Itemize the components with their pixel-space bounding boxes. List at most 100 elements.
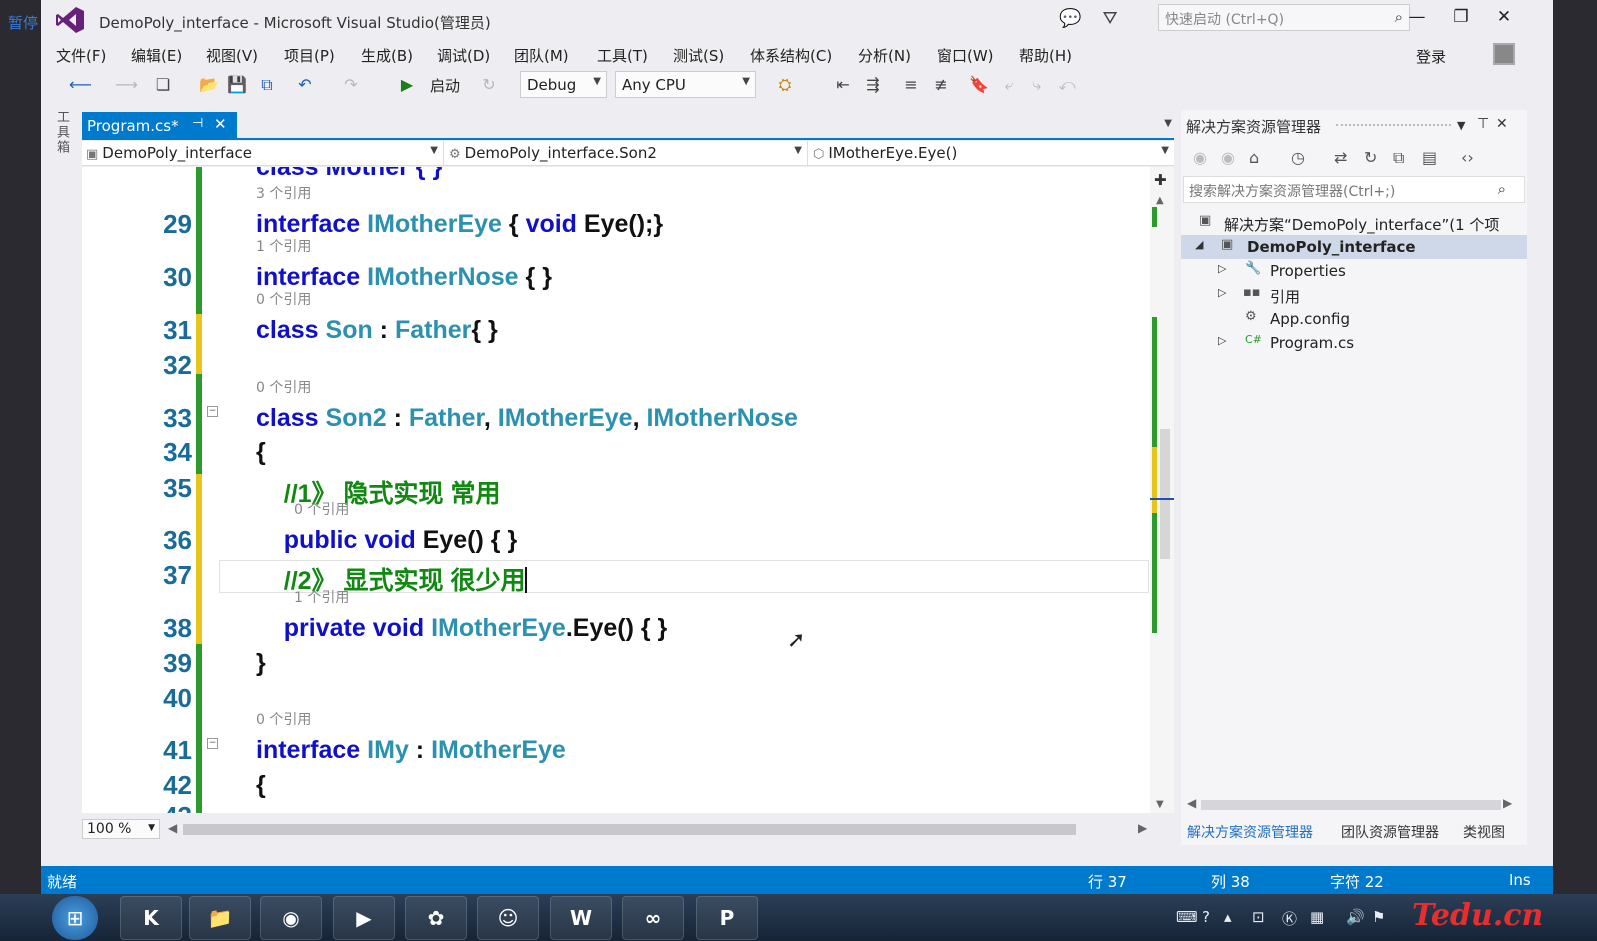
refresh-icon[interactable]: ↻: [1364, 148, 1377, 167]
volume-icon[interactable]: 🔊: [1346, 908, 1365, 926]
tray-app-icon[interactable]: ▦: [1310, 908, 1324, 926]
tray-expand-icon[interactable]: ▴: [1224, 908, 1232, 926]
windows-start-icon[interactable]: ⊞: [52, 896, 98, 940]
tab-class-view[interactable]: 类视图: [1463, 822, 1505, 842]
codelens-references[interactable]: 0 个引用: [256, 709, 311, 729]
forward-icon[interactable]: ◉: [1221, 148, 1235, 167]
menu-tools[interactable]: 工具(T): [597, 45, 648, 66]
codelens-references[interactable]: 1 个引用: [256, 236, 311, 256]
sync-icon[interactable]: ⇄: [1334, 148, 1347, 167]
file-explorer-icon[interactable]: 📁: [189, 896, 251, 940]
k-app-icon[interactable]: K: [120, 896, 182, 940]
tab-solution-explorer[interactable]: 解决方案资源管理器: [1187, 822, 1313, 842]
home-icon[interactable]: ⌂: [1249, 148, 1259, 167]
step-into-icon[interactable]: ⇤: [833, 75, 853, 95]
redo-icon[interactable]: ↷: [341, 75, 361, 95]
expand-arrow-icon[interactable]: ▷: [1218, 286, 1226, 299]
outline-collapse-toggle[interactable]: −: [207, 738, 218, 749]
solution-horizontal-scroll-thumb[interactable]: [1201, 800, 1501, 810]
tab-overflow-icon[interactable]: ▼: [1164, 118, 1172, 129]
chrome-icon[interactable]: ◉: [260, 896, 322, 940]
scroll-down-icon[interactable]: ▼: [1156, 799, 1164, 810]
network-icon[interactable]: ⊡: [1252, 908, 1265, 926]
visual-studio-task-icon[interactable]: ∞: [622, 896, 684, 940]
menu-analyze[interactable]: 分析(N): [858, 45, 911, 66]
outline-collapse-toggle[interactable]: −: [207, 406, 218, 417]
tab-program-cs[interactable]: Program.cs* ⊣ ✕: [82, 112, 237, 138]
uncomment-icon[interactable]: ≢: [931, 75, 951, 95]
menu-view[interactable]: 视图(V): [206, 45, 258, 66]
navigate-back-icon[interactable]: ⟵: [69, 75, 92, 95]
tab-team-explorer[interactable]: 团队资源管理器: [1341, 822, 1439, 842]
pin-icon[interactable]: ⊣: [192, 116, 203, 131]
new-project-icon[interactable]: ❏: [153, 75, 173, 95]
close-panel-icon[interactable]: ✕: [1496, 116, 1508, 132]
action-center-icon[interactable]: ⚑: [1372, 908, 1385, 926]
keyboard-icon[interactable]: ⌨: [1176, 908, 1198, 926]
scroll-right-icon[interactable]: ▶: [1138, 821, 1147, 835]
bookmark-icon[interactable]: 🔖: [969, 75, 989, 95]
feedback-icon[interactable]: 💬: [1059, 8, 1081, 30]
drag-grip[interactable]: [1336, 124, 1451, 127]
menu-debug[interactable]: 调试(D): [437, 45, 490, 66]
close-tab-icon[interactable]: ✕: [214, 115, 227, 133]
undo-icon[interactable]: ↶: [295, 75, 315, 95]
ftp-icon[interactable]: ☺: [477, 896, 539, 940]
menu-file[interactable]: 文件(F): [56, 45, 106, 66]
menu-build[interactable]: 生成(B): [361, 45, 413, 66]
solution-search-input[interactable]: 搜索解决方案资源管理器(Ctrl+;) ⌕: [1183, 176, 1525, 203]
step-over-icon[interactable]: ⇶: [863, 75, 883, 95]
scroll-right-icon[interactable]: ▶: [1503, 796, 1512, 810]
back-icon[interactable]: ◉: [1193, 148, 1207, 167]
tree-solution[interactable]: ▣ 解决方案“DemoPoly_interface”(1 个项: [1181, 211, 1527, 235]
menu-architecture[interactable]: 体系结构(C): [750, 45, 832, 66]
tree-item-app-config[interactable]: ⚙ App.config: [1181, 307, 1527, 331]
codelens-references[interactable]: 0 个引用: [256, 289, 311, 309]
qq-icon[interactable]: ✿: [405, 896, 467, 940]
pin-icon[interactable]: ⊤: [1477, 116, 1489, 132]
view-code-icon[interactable]: ‹›: [1461, 148, 1474, 167]
k-tray-icon[interactable]: Ⓚ: [1282, 908, 1297, 929]
expand-arrow-icon[interactable]: ▷: [1218, 262, 1226, 275]
prev-bookmark-icon[interactable]: ⤶: [999, 75, 1019, 95]
type-dropdown[interactable]: ⚙ DemoPoly_interface.Son2 ▼: [445, 141, 808, 165]
tree-item-properties[interactable]: ▷ 🔧 Properties: [1181, 259, 1527, 283]
solution-config-select[interactable]: Debug ▼: [520, 71, 607, 98]
tree-project[interactable]: ◢ ▣ DemoPoly_interface: [1181, 235, 1527, 259]
menu-team[interactable]: 团队(M): [514, 45, 569, 66]
scroll-left-icon[interactable]: ◀: [168, 821, 177, 835]
tree-item-program-cs[interactable]: ▷ C# Program.cs: [1181, 331, 1527, 355]
editor-vertical-scrollbar[interactable]: ✚ ▲ ▼: [1150, 167, 1174, 813]
help-icon[interactable]: ?: [1202, 908, 1210, 926]
sign-in-link[interactable]: 登录: [1416, 46, 1446, 67]
horizontal-scroll-thumb[interactable]: [183, 824, 1076, 835]
menu-window[interactable]: 窗口(W): [937, 45, 994, 66]
quick-launch-input[interactable]: 快速启动 (Ctrl+Q) ⌕: [1158, 4, 1410, 31]
save-all-icon[interactable]: ⧉: [257, 75, 277, 95]
menu-test[interactable]: 测试(S): [673, 45, 724, 66]
show-all-files-icon[interactable]: ▤: [1422, 148, 1437, 167]
filter-icon[interactable]: ⛛: [1099, 8, 1121, 30]
project-dropdown[interactable]: ▣ DemoPoly_interface ▼: [82, 141, 444, 165]
codelens-references[interactable]: 3 个引用: [256, 183, 311, 203]
menu-help[interactable]: 帮助(H): [1019, 45, 1072, 66]
pending-changes-icon[interactable]: ◷: [1291, 148, 1305, 167]
clear-bookmarks-icon[interactable]: ⤺: [1057, 75, 1077, 95]
panel-menu-icon[interactable]: ▼: [1457, 119, 1465, 132]
start-debug-icon[interactable]: ▶: [397, 75, 417, 95]
scroll-thumb[interactable]: [1160, 429, 1170, 559]
start-button[interactable]: 启动: [425, 75, 465, 95]
refresh-icon[interactable]: ↻: [479, 75, 499, 95]
code-area[interactable]: class Mother { } 29 3 个引用 interface IMothe…: [82, 167, 1150, 813]
open-file-icon[interactable]: 📂: [199, 75, 219, 95]
tree-item-references[interactable]: ▷ ▪▪ 引用: [1181, 283, 1527, 307]
menu-edit[interactable]: 编辑(E): [131, 45, 182, 66]
toolbox-tab[interactable]: 工具箱: [49, 110, 71, 160]
split-window-icon[interactable]: ✚: [1154, 171, 1167, 189]
scroll-up-icon[interactable]: ▲: [1156, 195, 1164, 206]
comment-icon[interactable]: ≡: [901, 75, 921, 95]
codelens-references[interactable]: 0 个引用: [256, 377, 311, 397]
powerpoint-icon[interactable]: P: [696, 896, 758, 940]
scroll-left-icon[interactable]: ◀: [1187, 796, 1196, 810]
platform-select[interactable]: Any CPU ▼: [615, 71, 756, 98]
